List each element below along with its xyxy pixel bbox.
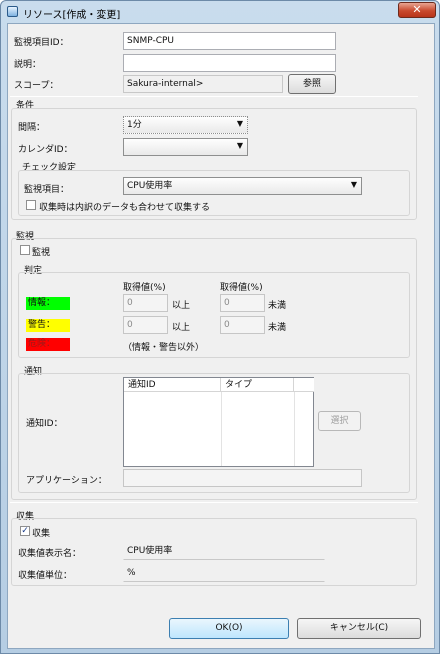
chevron-down-icon: ▼ <box>350 180 357 189</box>
title-bar[interactable]: リソース[作成・変更] ✕ <box>1 1 439 23</box>
divider <box>10 502 418 503</box>
scope-label: スコープ： <box>14 81 59 91</box>
description-input[interactable] <box>123 54 336 72</box>
warning-min-input[interactable]: 0 <box>123 316 168 334</box>
info-min-input[interactable]: 0 <box>123 294 168 312</box>
critical-swatch: 危険： <box>26 338 70 351</box>
ok-button[interactable]: OK(O) <box>169 618 289 639</box>
dialog-window: リソース[作成・変更] ✕ 監視項目ID： SNMP-CPU 説明： スコープ：… <box>0 0 440 654</box>
warning-max-suffix: 未満 <box>268 323 287 333</box>
monitor-item-label: 監視項目： <box>24 185 70 195</box>
description-label: 説明： <box>14 60 42 70</box>
warning-swatch: 警告： <box>26 319 70 332</box>
close-button[interactable]: ✕ <box>398 2 436 18</box>
breakdown-checkbox[interactable] <box>26 200 36 210</box>
table-header-filler <box>294 378 314 392</box>
info-min-suffix: 以上 <box>172 301 191 311</box>
table-column-divider <box>294 392 295 466</box>
judgement-col1-header: 取得値(%) <box>123 283 166 293</box>
info-swatch: 情報： <box>26 297 70 310</box>
window-title: リソース[作成・変更] <box>23 10 121 21</box>
judgement-col2-header: 取得値(%) <box>220 283 263 293</box>
warning-min-suffix: 以上 <box>172 323 191 333</box>
display-name-label: 収集値表示名： <box>18 549 82 559</box>
info-max-input[interactable]: 0 <box>220 294 265 312</box>
cancel-button[interactable]: キャンセル(C) <box>297 618 421 639</box>
breakdown-label: 収集時は内訳のデータも合わせて収集する <box>39 203 211 213</box>
chevron-down-icon: ▼ <box>236 141 243 150</box>
info-max-suffix: 未満 <box>268 301 287 311</box>
application-label: アプリケーション： <box>26 476 107 486</box>
interval-label: 間隔： <box>18 123 46 133</box>
scope-field: Sakura-internal> <box>123 75 283 93</box>
monitor-item-value: CPU使用率 <box>127 181 173 191</box>
interval-value: 1分 <box>127 120 142 130</box>
monitor-enable-label: 監視 <box>32 248 51 258</box>
table-header-notification-id[interactable]: 通知ID <box>124 378 221 392</box>
select-notification-button[interactable]: 選択 <box>318 411 361 431</box>
chevron-down-icon: ▼ <box>236 119 243 128</box>
monitor-item-select[interactable]: CPU使用率 ▼ <box>123 177 362 195</box>
unit-field: % <box>123 564 325 582</box>
browse-button[interactable]: 参照 <box>288 74 336 94</box>
monitor-id-label: 監視項目ID： <box>14 38 69 48</box>
notification-table[interactable]: 通知ID タイプ <box>123 377 314 467</box>
unit-label: 収集値単位： <box>18 571 73 581</box>
warning-max-input[interactable]: 0 <box>220 316 265 334</box>
monitor-enable-checkbox[interactable] <box>20 245 30 255</box>
app-icon <box>7 6 18 17</box>
calendar-label: カレンダID： <box>18 145 73 155</box>
calendar-select[interactable]: ▼ <box>123 138 248 156</box>
critical-note: （情報・警告以外） <box>123 343 205 353</box>
divider <box>10 96 418 97</box>
collection-enable-label: 収集 <box>32 529 51 539</box>
table-header-type[interactable]: タイプ <box>221 378 294 392</box>
dialog-body: 監視項目ID： SNMP-CPU 説明： スコープ： Sakura-intern… <box>7 23 435 649</box>
judgement-group <box>18 272 410 358</box>
interval-select[interactable]: 1分 ▼ <box>123 116 248 134</box>
table-column-divider <box>221 392 222 466</box>
notification-id-label: 通知ID： <box>26 419 63 429</box>
display-name-field: CPU使用率 <box>123 542 325 560</box>
application-input[interactable] <box>123 469 362 487</box>
collection-enable-checkbox[interactable]: ✓ <box>20 526 30 536</box>
monitor-id-input[interactable]: SNMP-CPU <box>123 32 336 50</box>
